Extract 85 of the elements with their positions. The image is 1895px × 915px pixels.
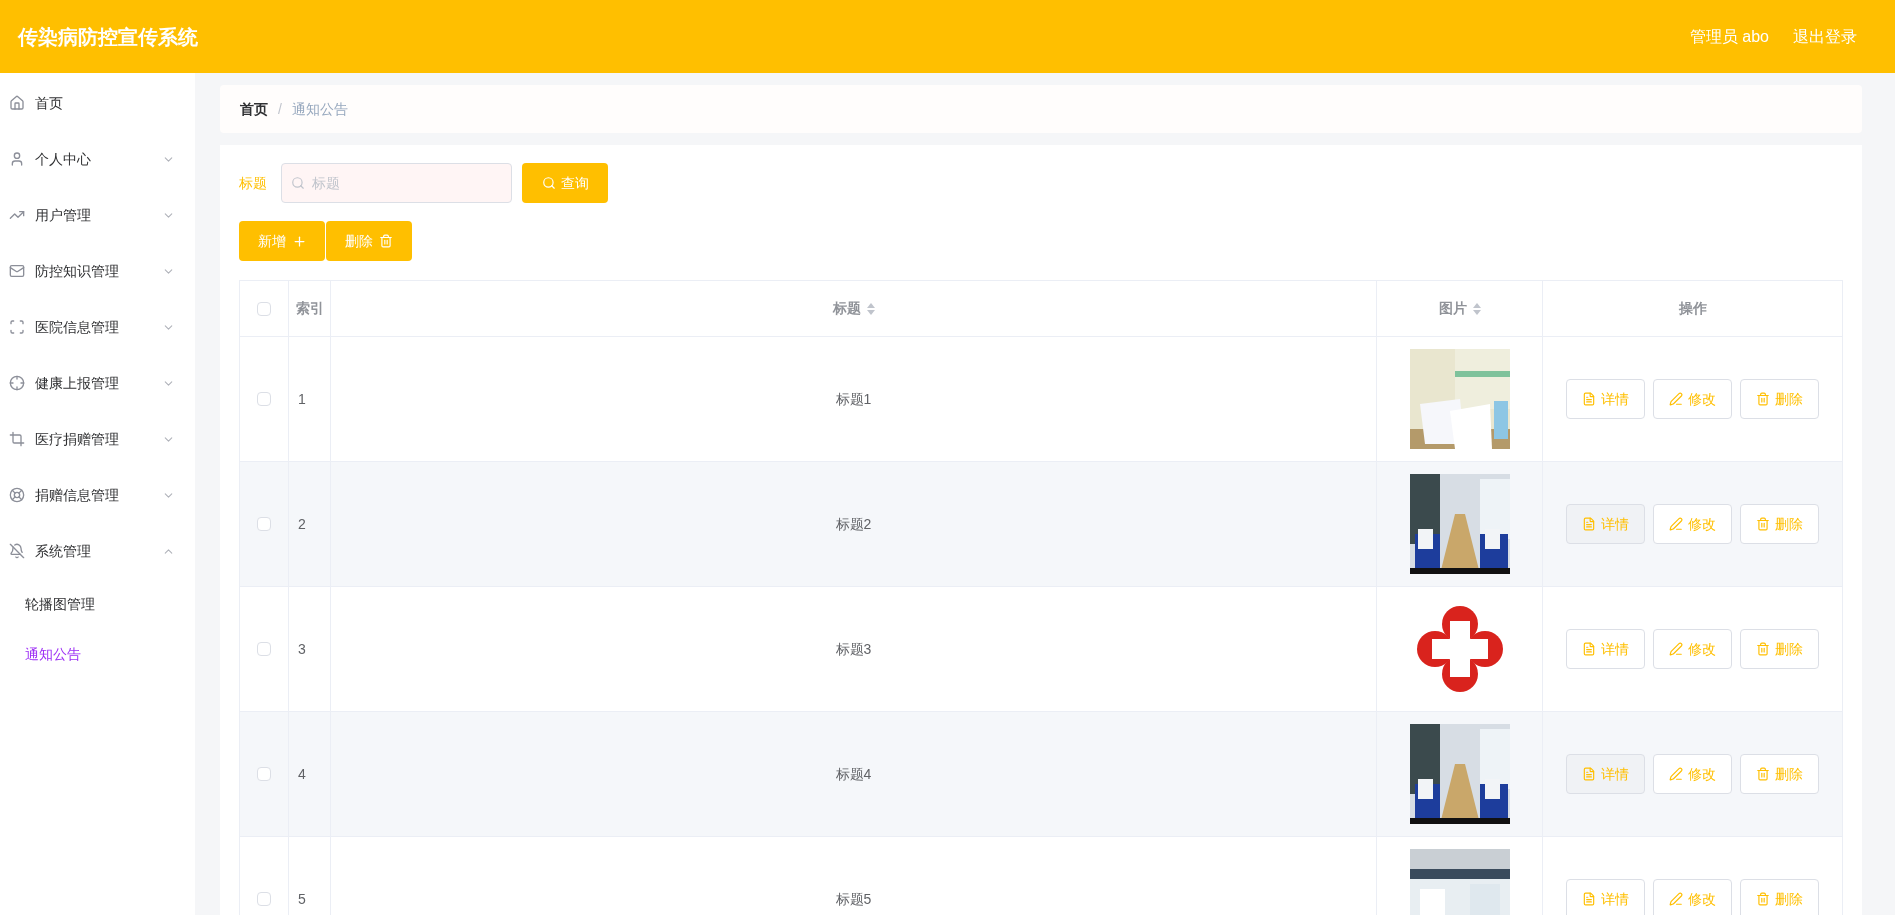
edit-button[interactable]: 修改 — [1653, 504, 1732, 544]
breadcrumb-separator: / — [278, 99, 282, 119]
pen-icon — [1669, 392, 1683, 406]
table-cell: 标题1 — [835, 390, 872, 407]
document-icon — [1582, 392, 1596, 406]
sidebar-item[interactable]: 健康上报管理 — [0, 355, 195, 411]
table-cell: 4 — [298, 765, 306, 782]
search-icon — [291, 176, 305, 190]
edit-button[interactable]: 修改 — [1653, 754, 1732, 794]
frame-icon — [9, 319, 25, 335]
field-label: 标题 — [239, 173, 268, 193]
delete-button[interactable]: 删除 — [1740, 504, 1819, 544]
sort-icon[interactable] — [866, 302, 875, 315]
delete-button[interactable]: 删除 — [1740, 379, 1819, 419]
delete-button[interactable]: 删除 — [1740, 879, 1819, 915]
delete-button[interactable]: 删除 — [1740, 754, 1819, 794]
pen-icon — [1669, 892, 1683, 906]
document-icon — [1582, 892, 1596, 906]
search-icon — [541, 176, 556, 190]
checkbox[interactable] — [257, 892, 271, 906]
table-cell: 3 — [298, 640, 306, 657]
pen-icon — [1669, 517, 1683, 531]
details-button[interactable]: 详情 — [1566, 754, 1645, 794]
edit-button[interactable]: 修改 — [1653, 879, 1732, 915]
user-label: 管理员 abo — [1689, 26, 1769, 47]
details-button[interactable]: 详情 — [1566, 504, 1645, 544]
query-button[interactable]: 查询 — [522, 163, 608, 203]
bell-off-icon — [9, 543, 25, 559]
edit-button[interactable]: 修改 — [1653, 379, 1732, 419]
sort-icon[interactable] — [1472, 302, 1481, 315]
sidebar-item[interactable]: 医院信息管理 — [0, 299, 195, 355]
sidebar-item[interactable]: 防控知识管理 — [0, 243, 195, 299]
search-field[interactable]: 标题 — [281, 163, 512, 203]
breadcrumb-link[interactable]: 首页 — [240, 98, 268, 120]
trash-icon — [1756, 892, 1770, 906]
column-header: 操作 — [1678, 299, 1707, 318]
pen-icon — [1669, 642, 1683, 656]
crop-icon — [9, 431, 25, 447]
sidebar-item[interactable]: 捐赠信息管理 — [0, 467, 195, 523]
pen-icon — [1669, 767, 1683, 781]
checkbox[interactable] — [257, 642, 271, 656]
table-cell: 标题4 — [835, 765, 872, 782]
edit-button[interactable]: 修改 — [1653, 629, 1732, 669]
home-icon — [9, 95, 25, 111]
table-cell: 2 — [298, 515, 306, 532]
column-header: 图片 — [1438, 299, 1467, 318]
sidebar-item[interactable]: 首页 — [0, 75, 195, 131]
delete-button[interactable]: 删除 — [326, 221, 412, 261]
table-cell: 标题3 — [835, 640, 872, 657]
crosshair-icon — [9, 375, 25, 391]
logout-link[interactable]: 退出登录 — [1793, 24, 1857, 49]
table-cell: 标题2 — [835, 515, 872, 532]
person-icon — [9, 151, 25, 167]
document-icon — [1582, 767, 1596, 781]
table-cell: 标题5 — [835, 890, 872, 907]
sidebar-item[interactable]: 个人中心 — [0, 131, 195, 187]
lifebuoy-icon — [9, 487, 25, 503]
details-button[interactable]: 详情 — [1566, 629, 1645, 669]
table-cell: 5 — [298, 890, 306, 907]
sidebar-item[interactable]: 系统管理 — [0, 523, 195, 579]
submenu-item[interactable]: 通知公告 — [0, 629, 195, 679]
checkbox[interactable] — [257, 301, 271, 316]
trash-icon — [1756, 392, 1770, 406]
delete-button[interactable]: 删除 — [1740, 629, 1819, 669]
details-button[interactable]: 详情 — [1566, 379, 1645, 419]
document-icon — [1582, 642, 1596, 656]
app-title: 传染病防控宣传系统 — [18, 24, 198, 50]
column-header: 标题 — [832, 299, 861, 318]
add-button[interactable]: 新增 — [239, 221, 325, 261]
column-header: 索引 — [295, 299, 324, 318]
table-cell: 1 — [298, 390, 306, 407]
sidebar-item[interactable]: 用户管理 — [0, 187, 195, 243]
plus-icon — [291, 233, 307, 249]
checkbox[interactable] — [257, 517, 271, 531]
document-icon — [1582, 517, 1596, 531]
checkbox[interactable] — [257, 767, 271, 781]
trash-icon — [379, 234, 393, 248]
details-button[interactable]: 详情 — [1566, 879, 1645, 915]
mail-icon — [9, 263, 25, 279]
trash-icon — [1756, 642, 1770, 656]
sidebar-item[interactable]: 医疗捐赠管理 — [0, 411, 195, 467]
checkbox[interactable] — [257, 392, 271, 406]
submenu-item[interactable]: 轮播图管理 — [0, 579, 195, 629]
trash-icon — [1756, 767, 1770, 781]
trash-icon — [1756, 517, 1770, 531]
